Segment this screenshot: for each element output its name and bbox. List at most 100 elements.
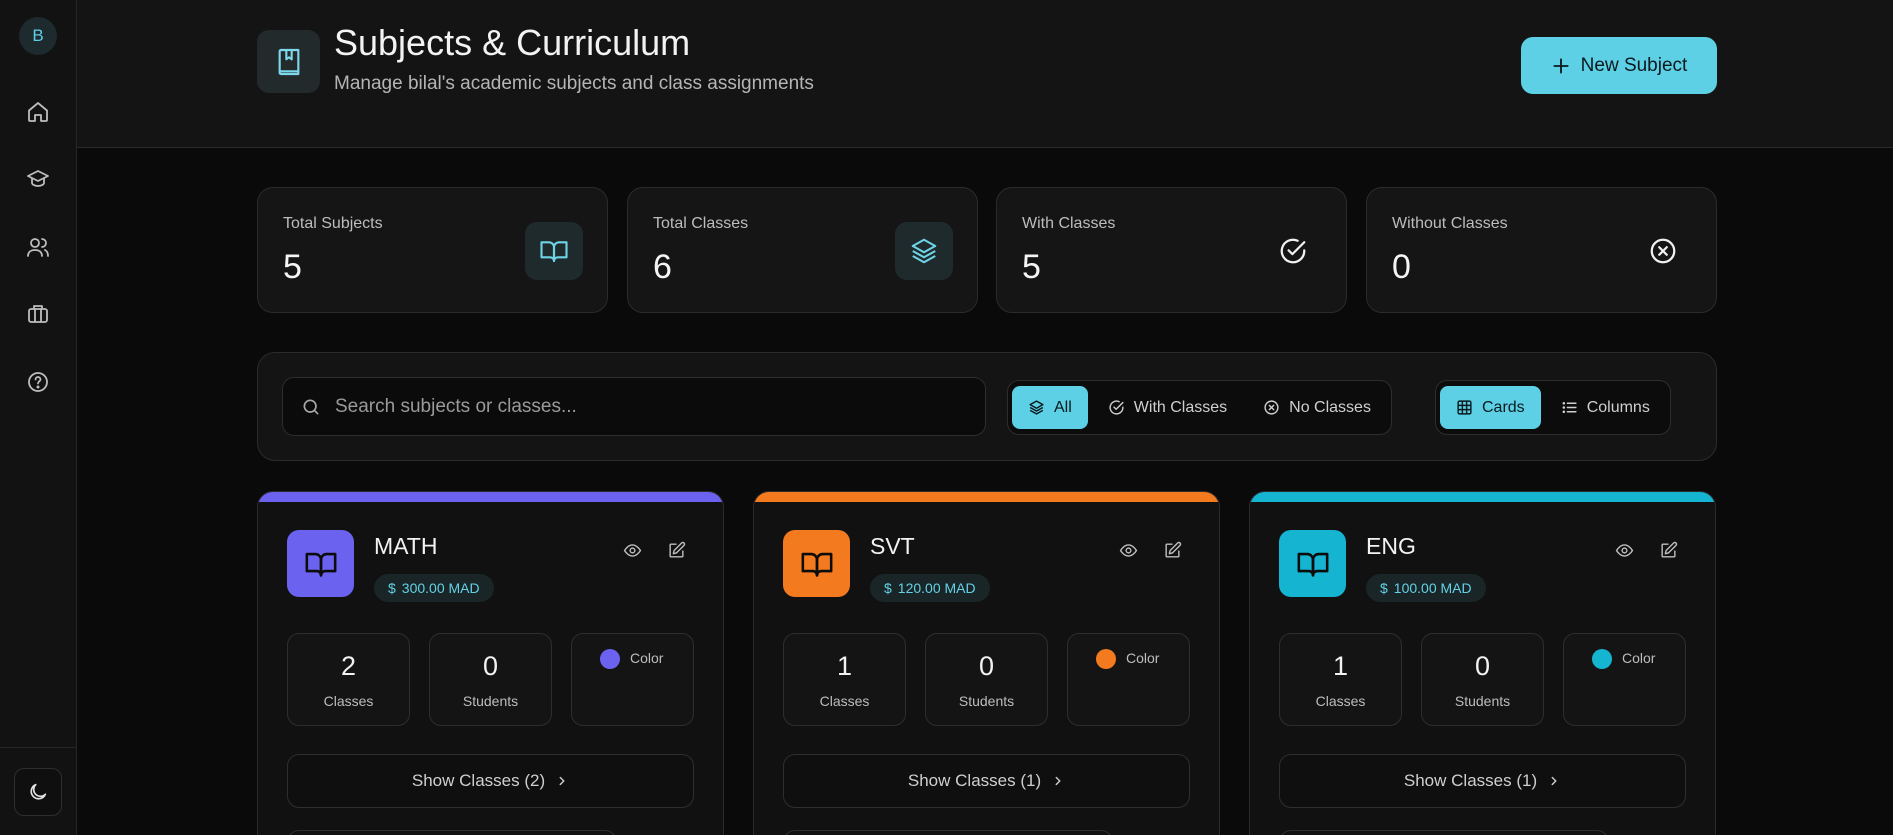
view-subject-button[interactable] (1608, 534, 1640, 566)
sidebar: B (0, 0, 77, 835)
theme-toggle-button[interactable] (14, 768, 62, 816)
color-box: Color (1563, 633, 1686, 726)
view-cards-button[interactable]: Cards (1440, 386, 1541, 429)
card-footer-button[interactable] (1279, 830, 1609, 835)
stat-label: Total Subjects (283, 215, 383, 232)
edit-subject-button[interactable] (1156, 534, 1188, 566)
edit-subject-button[interactable] (660, 534, 692, 566)
view-columns-button[interactable]: Columns (1545, 386, 1666, 429)
chevron-right-icon (1055, 776, 1061, 786)
graduation-cap-icon[interactable] (22, 163, 54, 195)
page-title: Subjects & Curriculum (334, 22, 691, 63)
users-icon[interactable] (22, 231, 54, 263)
card-footer-button[interactable] (287, 830, 617, 835)
color-swatch (1592, 649, 1612, 669)
dollar-icon: $ (884, 580, 892, 596)
students-count: 0 (482, 651, 499, 681)
list-icon (1562, 401, 1577, 414)
show-classes-button[interactable]: Show Classes (1) (783, 754, 1190, 808)
book-open-icon (783, 530, 850, 597)
filter-no-classes-label: No Classes (1289, 398, 1371, 416)
stat-card-total-classes: Total Classes 6 (627, 187, 978, 313)
view-subject-button[interactable] (1112, 534, 1144, 566)
price-badge: $120.00 MAD (870, 574, 990, 602)
color-swatch (600, 649, 620, 669)
filter-no-classes-button[interactable]: No Classes (1247, 386, 1387, 429)
students-count-box: 0 Students (429, 633, 552, 726)
color-label: Color (630, 650, 664, 666)
color-swatch (1096, 649, 1116, 669)
check-circle-icon (1264, 222, 1322, 280)
subject-name: ENG (1366, 533, 1416, 559)
edit-icon (1164, 541, 1181, 558)
stat-value: 6 (653, 248, 672, 286)
stat-value: 5 (1022, 248, 1041, 286)
x-circle-icon (1264, 400, 1279, 415)
show-classes-label: Show Classes (1) (1403, 771, 1538, 790)
search-input[interactable] (335, 395, 985, 418)
filter-with-classes-button[interactable]: With Classes (1092, 386, 1243, 429)
color-box: Color (1067, 633, 1190, 726)
classes-count-box: 2 Classes (287, 633, 410, 726)
filter-all-button[interactable]: All (1012, 386, 1088, 429)
avatar[interactable]: B (19, 17, 57, 55)
card-footer-button[interactable] (783, 830, 1113, 835)
sidebar-divider (0, 747, 77, 748)
eye-icon (623, 543, 641, 557)
students-label: Students (958, 693, 1015, 709)
classes-count: 1 (1332, 651, 1349, 681)
search-icon (303, 399, 319, 414)
stat-label: Without Classes (1392, 215, 1508, 232)
chevron-right-icon (1551, 776, 1557, 786)
briefcase-icon[interactable] (22, 298, 54, 330)
edit-icon (668, 541, 685, 558)
show-classes-button[interactable]: Show Classes (2) (287, 754, 694, 808)
eye-icon (1119, 543, 1137, 557)
classes-count: 2 (340, 651, 357, 681)
book-open-icon (287, 530, 354, 597)
price-badge: $300.00 MAD (374, 574, 494, 602)
edit-subject-button[interactable] (1652, 534, 1684, 566)
card-color-bar (1250, 492, 1715, 502)
layers-icon (1029, 400, 1044, 415)
filter-panel: All With Classes No Classes Cards Column… (257, 352, 1717, 461)
book-open-icon (1279, 530, 1346, 597)
stat-card-with-classes: With Classes 5 (996, 187, 1347, 313)
new-subject-button[interactable]: New Subject (1521, 37, 1717, 94)
filter-with-classes-label: With Classes (1133, 398, 1228, 416)
price-badge: $100.00 MAD (1366, 574, 1486, 602)
show-classes-button[interactable]: Show Classes (1) (1279, 754, 1686, 808)
stat-card-total-subjects: Total Subjects 5 (257, 187, 608, 313)
page-header: Subjects & Curriculum Manage bilal's aca… (77, 0, 1893, 148)
home-icon[interactable] (22, 96, 54, 128)
stat-label: Total Classes (653, 215, 749, 232)
show-classes-label: Show Classes (1) (907, 771, 1042, 790)
classes-count: 1 (836, 651, 853, 681)
stat-card-without-classes: Without Classes 0 (1366, 187, 1717, 313)
eye-icon (1615, 543, 1633, 557)
view-cards-label: Cards (1482, 398, 1525, 416)
card-color-bar (754, 492, 1219, 502)
check-circle-icon (1109, 400, 1124, 415)
students-count: 0 (1474, 651, 1491, 681)
view-subject-button[interactable] (616, 534, 648, 566)
search-box[interactable] (282, 377, 986, 436)
help-circle-icon[interactable] (22, 366, 54, 398)
students-count-box: 0 Students (1421, 633, 1544, 726)
dollar-icon: $ (1380, 580, 1388, 596)
layers-icon (895, 222, 953, 280)
dollar-icon: $ (388, 580, 396, 596)
show-classes-label: Show Classes (2) (411, 771, 546, 790)
price-value: 120.00 MAD (897, 580, 976, 596)
edit-icon (1660, 541, 1677, 558)
classes-count-box: 1 Classes (1279, 633, 1402, 726)
color-box: Color (571, 633, 694, 726)
filter-all-label: All (1054, 398, 1072, 416)
students-label: Students (462, 693, 519, 709)
x-circle-icon (1634, 222, 1692, 280)
chevron-right-icon (559, 776, 565, 786)
grid-icon (1457, 400, 1472, 415)
stat-label: With Classes (1022, 215, 1116, 232)
subject-card-math: MATH $300.00 MAD 2 Classes 0 Students Co… (257, 491, 724, 835)
card-color-bar (258, 492, 723, 502)
